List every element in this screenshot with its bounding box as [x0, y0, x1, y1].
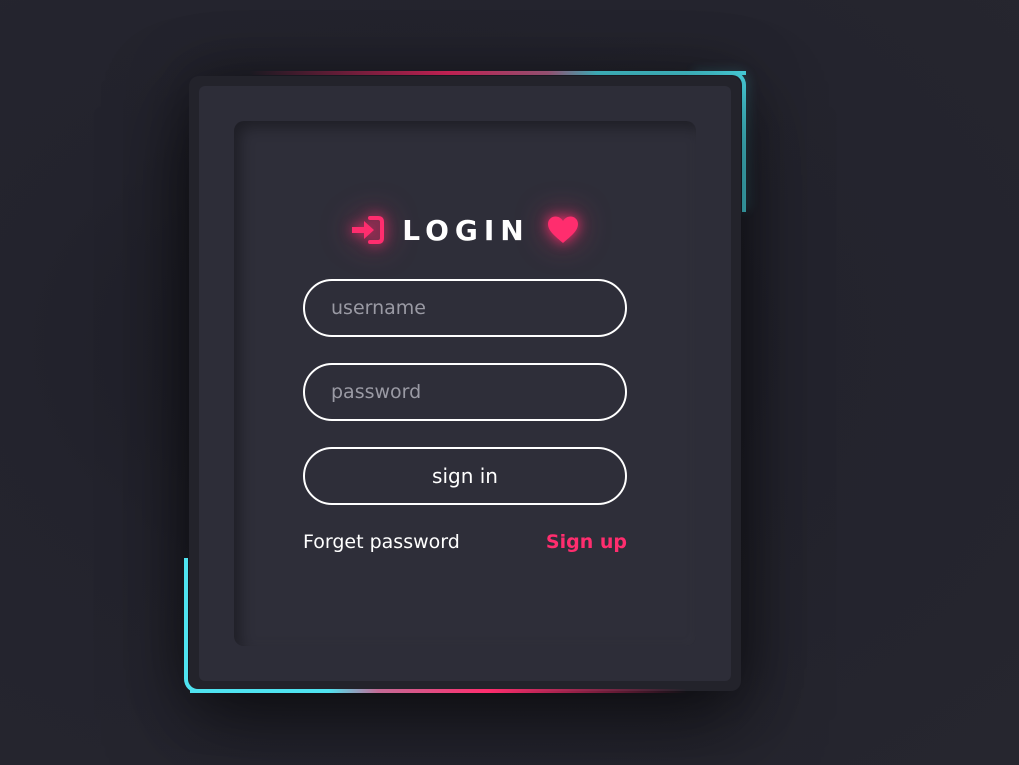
sign-in-button[interactable]: sign in [303, 447, 627, 505]
sign-up-link[interactable]: Sign up [546, 531, 627, 553]
password-input[interactable] [303, 363, 627, 421]
login-title-row: LOGIN [234, 208, 696, 252]
username-input[interactable] [303, 279, 627, 337]
login-title: LOGIN [402, 213, 530, 247]
login-page: LOGIN sign in Forget password Sign up [0, 0, 1019, 765]
heart-icon [546, 213, 580, 247]
forget-password-link[interactable]: Forget password [303, 531, 460, 553]
sign-in-icon [350, 213, 385, 247]
